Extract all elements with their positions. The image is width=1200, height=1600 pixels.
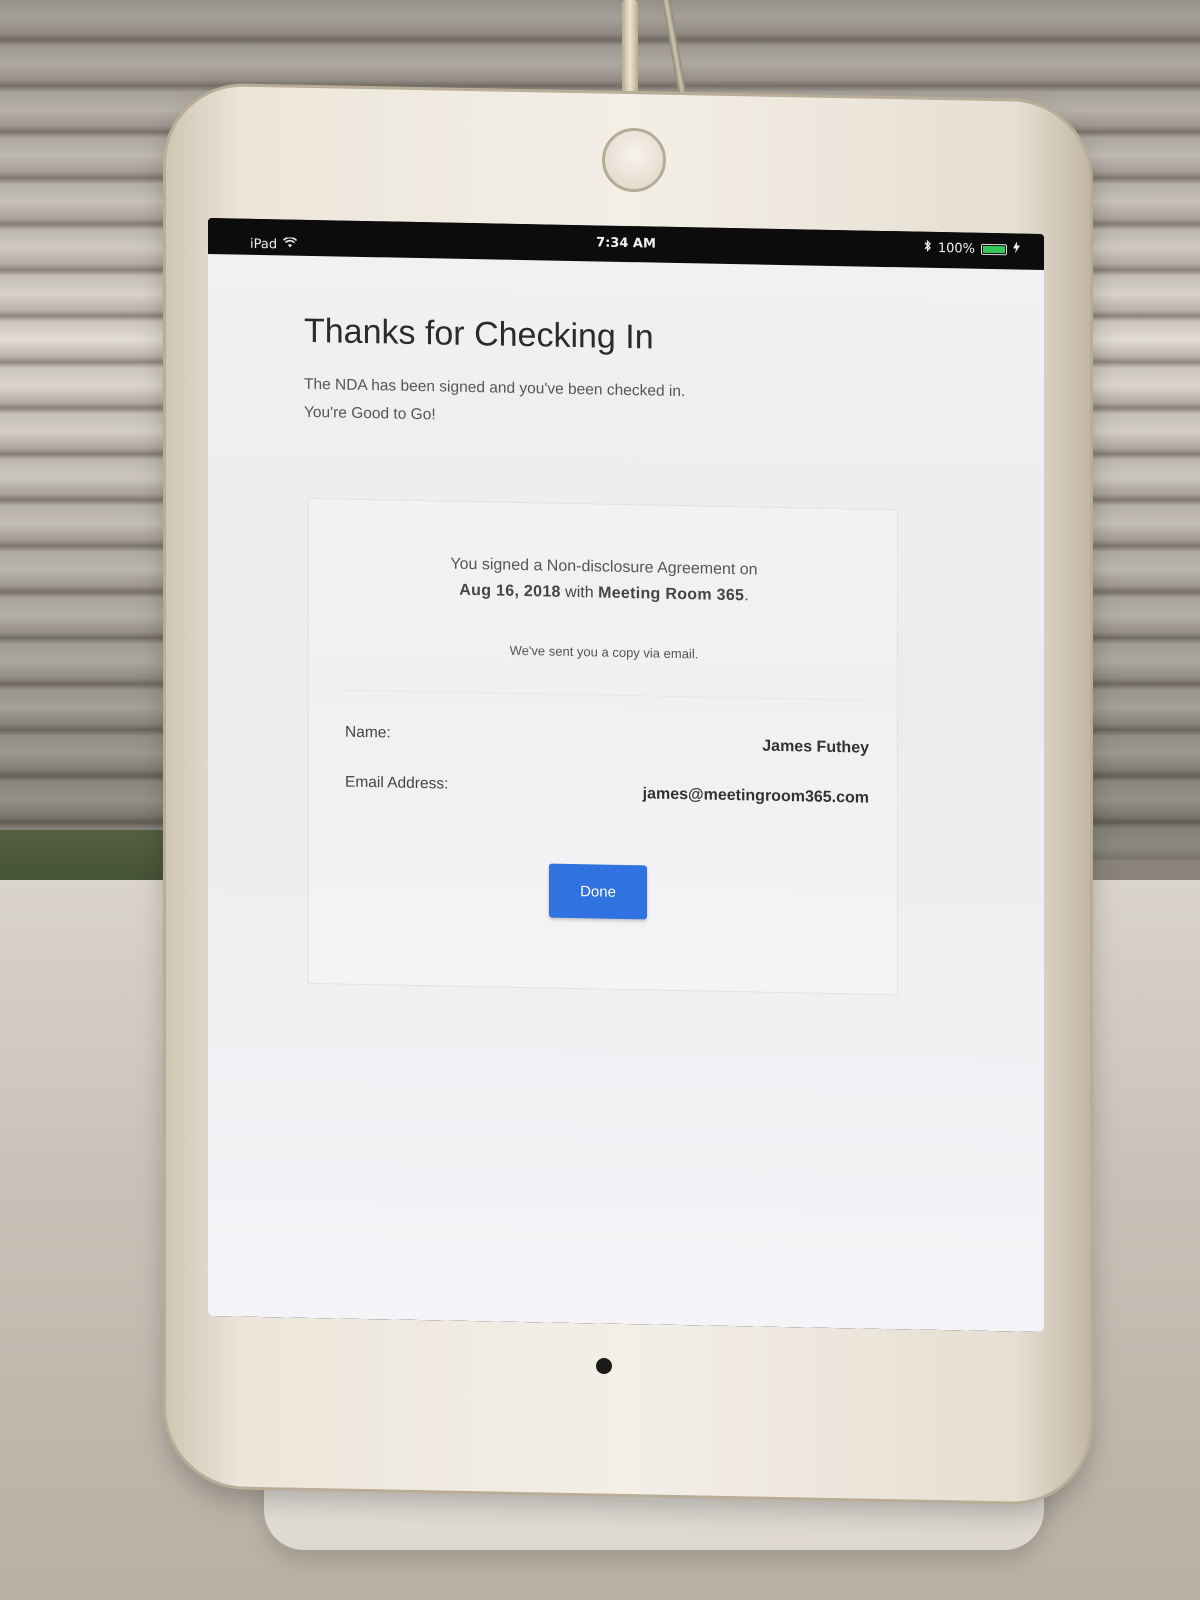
company-name: Meeting Room 365 bbox=[598, 584, 745, 605]
ipad-screen: iPad 7:34 AM 100% Thanks for Checking In… bbox=[208, 217, 1044, 1333]
with-text: with bbox=[560, 583, 599, 602]
nda-confirmation-card: You signed a Non-disclosure Agreement on… bbox=[308, 497, 899, 996]
page-title: Thanks for Checking In bbox=[304, 311, 654, 357]
nda-date-line: Aug 16, 2018 with Meeting Room 365. bbox=[309, 579, 899, 608]
period-text: . bbox=[744, 587, 749, 605]
nda-signed-text: You signed a Non-disclosure Agreement on bbox=[450, 555, 758, 579]
nda-date: Aug 16, 2018 bbox=[459, 581, 561, 601]
battery-icon bbox=[981, 243, 1007, 255]
status-time: 7:34 AM bbox=[596, 235, 656, 252]
charging-bolt-icon bbox=[1013, 241, 1020, 257]
subtitle-line-1: The NDA has been signed and you've been … bbox=[304, 375, 686, 401]
name-value: James Futhey bbox=[762, 737, 869, 757]
home-button[interactable] bbox=[602, 128, 666, 192]
email-copy-note: We've sent you a copy via email. bbox=[509, 642, 699, 662]
subtitle-line-2: You're Good to Go! bbox=[304, 403, 436, 424]
card-divider bbox=[339, 689, 869, 701]
checkin-app: Thanks for Checking In The NDA has been … bbox=[208, 253, 1044, 1333]
email-label: Email Address: bbox=[345, 773, 449, 793]
bluetooth-icon bbox=[924, 239, 932, 256]
status-right: 100% bbox=[924, 239, 1020, 258]
done-button[interactable]: Done bbox=[549, 863, 647, 920]
email-value: james@meetingroom365.com bbox=[642, 785, 869, 807]
name-label: Name: bbox=[345, 723, 391, 742]
camera-icon bbox=[596, 1358, 612, 1374]
photo-scene: iPad 7:34 AM 100% Thanks for Checking In… bbox=[0, 0, 1200, 1600]
battery-percent: 100% bbox=[937, 240, 975, 257]
